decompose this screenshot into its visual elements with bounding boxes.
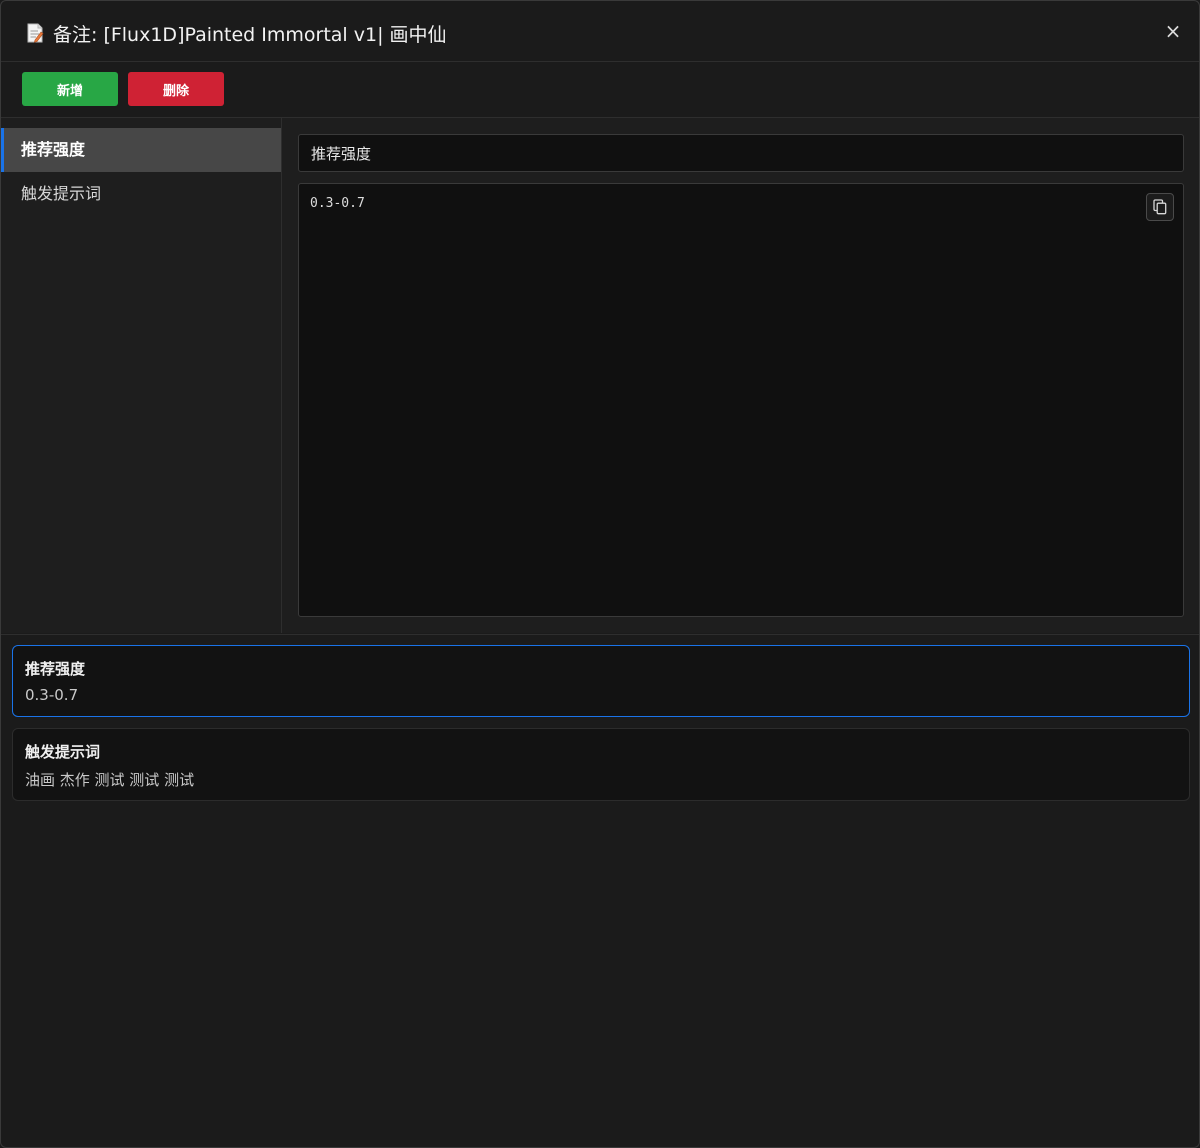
- note-card-recommended-strength[interactable]: 推荐强度 0.3-0.7: [12, 645, 1190, 717]
- dialog-title: 备注: [Flux1D]Painted Immortal v1| 画中仙: [53, 24, 447, 46]
- sidebar-item-trigger-words[interactable]: 触发提示词: [1, 172, 281, 216]
- delete-button[interactable]: 删除: [128, 72, 224, 106]
- toolbar: 新增 删除: [1, 62, 1199, 118]
- note-card-body: 油画 杰作 测试 测试 测试: [25, 771, 195, 789]
- note-key-list: 推荐强度 触发提示词: [1, 118, 282, 633]
- note-icon: [27, 23, 44, 43]
- note-card-title: 推荐强度: [25, 660, 86, 678]
- note-title-input[interactable]: [298, 134, 1184, 172]
- note-card-body: 0.3-0.7: [25, 686, 79, 704]
- copy-button[interactable]: [1146, 193, 1174, 221]
- note-card-trigger-words[interactable]: 触发提示词 油画 杰作 测试 测试 测试: [12, 728, 1190, 801]
- notes-preview-list: 推荐强度 0.3-0.7 触发提示词 油画 杰作 测试 测试 测试: [1, 634, 1199, 1147]
- close-button[interactable]: ×: [1161, 19, 1185, 43]
- close-icon: ×: [1164, 19, 1182, 43]
- sidebar-item-recommended-strength[interactable]: 推荐强度: [1, 128, 281, 172]
- note-card-title: 触发提示词: [25, 743, 101, 761]
- note-content-textarea[interactable]: 0.3-0.7: [298, 183, 1184, 617]
- copy-icon: [1153, 199, 1167, 215]
- dialog-header: 备注: [Flux1D]Painted Immortal v1| 画中仙 ×: [1, 1, 1199, 62]
- add-button[interactable]: 新增: [22, 72, 118, 106]
- note-dialog: 备注: [Flux1D]Painted Immortal v1| 画中仙 × 新…: [0, 0, 1200, 1148]
- note-editor: 0.3-0.7: [282, 118, 1199, 633]
